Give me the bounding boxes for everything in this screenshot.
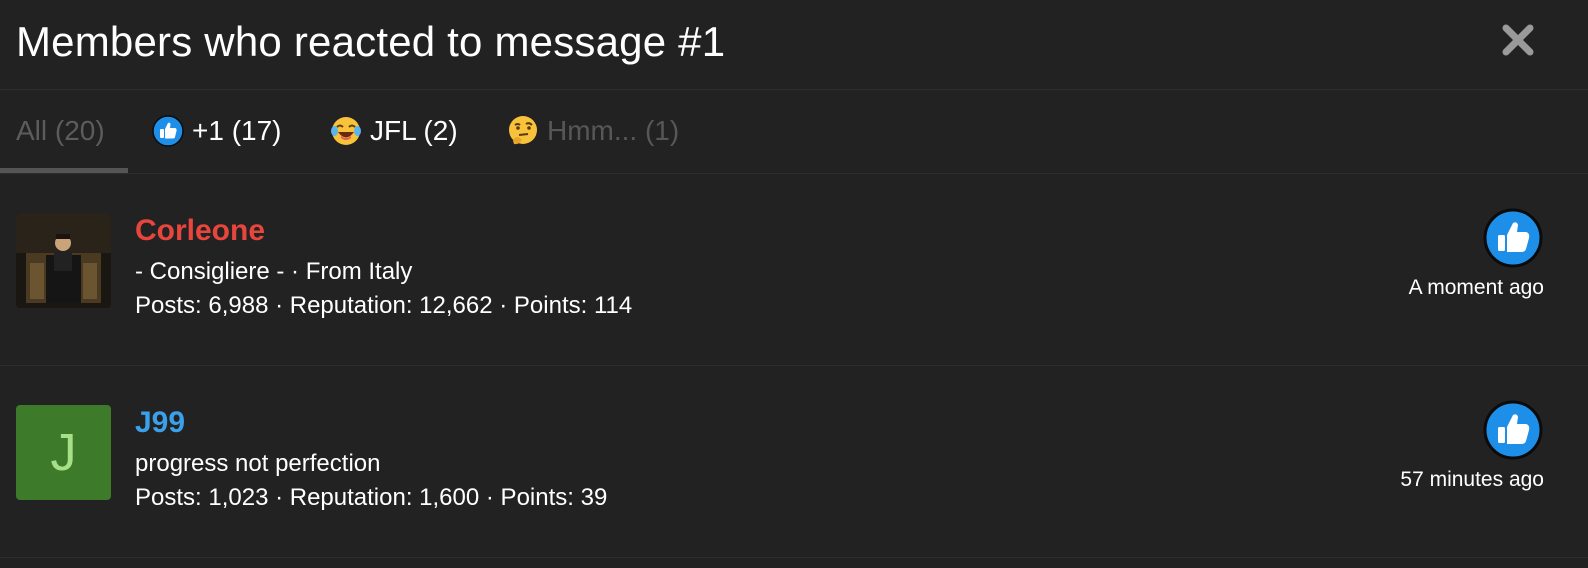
username-link[interactable]: J99 [135,406,185,440]
avatar[interactable] [16,213,111,308]
tab-jfl[interactable]: JFL (2) [330,90,458,172]
modal-title: Members who reacted to message #1 [16,18,726,65]
tab-jfl-label: JFL (2) [370,115,458,146]
reaction-time: 57 minutes ago [1400,468,1544,491]
user-stats: Posts: 1,023 · Reputation: 1,600 · Point… [135,484,608,511]
thumbs-up-icon [1483,208,1543,268]
user-stats: Posts: 6,988 · Reputation: 12,662 · Poin… [135,292,633,319]
tab-all-label: All (20) [16,115,105,146]
avatar-photo [16,213,111,308]
user-title: progress not perfection [135,450,381,477]
modal-header: Members who reacted to message #1 [0,0,1588,90]
list-item: Corleone - Consigliere - · From Italy Po… [0,174,1588,366]
tab-all[interactable]: All (20) [16,90,128,172]
reaction-time: A moment ago [1408,276,1544,299]
active-tab-indicator [0,168,128,173]
thumbs-up-icon [1483,400,1543,460]
close-icon[interactable] [1498,20,1538,60]
thumbs-up-icon [152,115,184,147]
list-item: J J99 progress not perfection Posts: 1,0… [0,366,1588,558]
thinking-face-icon [509,116,537,145]
username-link[interactable]: Corleone [135,214,265,248]
laughing-crying-face-icon [331,117,361,145]
reactions-modal: Members who reacted to message #1 All (2… [0,0,1588,568]
tab-plus-one-label: +1 (17) [192,115,282,146]
avatar[interactable]: J [16,405,111,500]
user-title: - Consigliere - · From Italy [135,258,413,285]
tab-hmm-label: Hmm... (1) [547,115,680,146]
reaction-tabs: All (20) +1 (17) JFL (2) Hmm... (1) [0,90,1588,174]
tab-plus-one[interactable]: +1 (17) [152,90,282,172]
tab-hmm[interactable]: Hmm... (1) [507,90,679,172]
